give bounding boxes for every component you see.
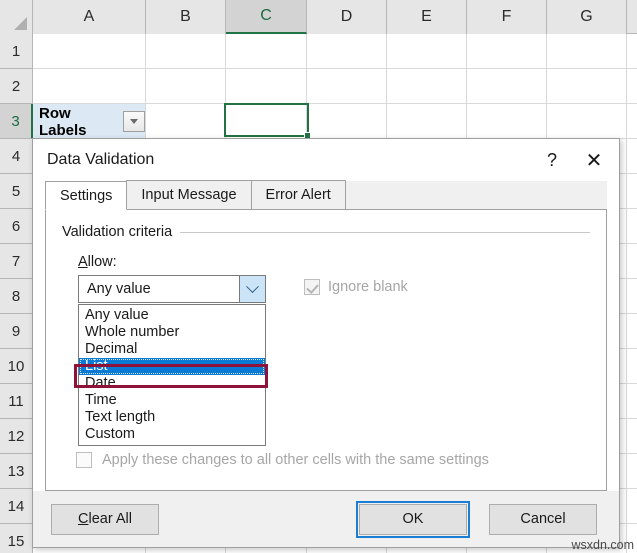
apply-all-checkbox[interactable]: Apply these changes to all other cells w… (76, 452, 489, 468)
allow-dropdown-wrap: Any value Whole number Decimal List Date Time… (74, 304, 268, 446)
grid-cell-B3[interactable] (146, 104, 226, 139)
filter-dropdown-icon[interactable] (123, 111, 145, 132)
active-cell-selection[interactable] (224, 103, 311, 139)
dropdown-option-list[interactable]: List (79, 358, 265, 375)
row-header-8[interactable]: 8 (0, 279, 33, 314)
close-icon[interactable]: ✕ (573, 143, 615, 177)
validation-criteria-group: Validation criteria (62, 224, 590, 240)
allow-dropdown-list[interactable]: Any value Whole number Decimal List Date Time… (78, 304, 266, 446)
grid-cell-G3[interactable] (547, 104, 627, 139)
grid-cell-B2[interactable] (146, 69, 226, 104)
row-header-1[interactable]: 1 (0, 34, 33, 69)
select-all-corner[interactable] (0, 0, 33, 34)
dialog-titlebar[interactable]: Data Validation ? ✕ (33, 139, 619, 181)
row-header-2[interactable]: 2 (0, 69, 33, 104)
excel-window: ABCDEFG 12345678910111213141516 Row Labe… (0, 0, 637, 553)
chevron-down-icon[interactable] (239, 276, 265, 302)
column-header-b[interactable]: B (146, 0, 226, 34)
grid-cell-B1[interactable] (146, 34, 226, 69)
dropdown-option-time[interactable]: Time (79, 392, 265, 409)
tab-settings[interactable]: Settings (45, 181, 128, 210)
grid-cell-D1[interactable] (307, 34, 387, 69)
cancel-button[interactable]: Cancel (489, 503, 597, 535)
grid-row (33, 34, 637, 69)
grid-cell-G2[interactable] (547, 69, 627, 104)
grid-cell-D3[interactable] (307, 104, 387, 139)
checkbox-checked-icon (304, 279, 320, 295)
row-header-15[interactable]: 15 (0, 524, 33, 553)
row-header-9[interactable]: 9 (0, 314, 33, 349)
dialog-tabstrip: Settings Input Message Error Alert (45, 180, 607, 210)
dropdown-option-text-length[interactable]: Text length (79, 409, 265, 426)
group-divider (180, 231, 590, 233)
row-header-4[interactable]: 4 (0, 139, 33, 174)
allow-label: Allow: (78, 254, 117, 270)
pivot-row-labels-cell[interactable]: Row Labels (33, 104, 146, 139)
validation-criteria-label: Validation criteria (62, 224, 173, 240)
data-validation-dialog: Data Validation ? ✕ Settings Input Messag… (32, 138, 620, 548)
grid-cell-F3[interactable] (467, 104, 547, 139)
column-header-d[interactable]: D (307, 0, 387, 34)
row-header-10[interactable]: 10 (0, 349, 33, 384)
checkbox-unchecked-icon (76, 452, 92, 468)
row-header-column: 12345678910111213141516 (0, 34, 33, 553)
dropdown-option-custom[interactable]: Custom (79, 426, 265, 443)
row-header-14[interactable]: 14 (0, 489, 33, 524)
tab-input-message[interactable]: Input Message (126, 180, 252, 209)
apply-all-label: Apply these changes to all other cells w… (102, 452, 489, 468)
ignore-blank-label: Ignore blank (328, 279, 408, 295)
help-icon[interactable]: ? (531, 143, 573, 177)
grid-cell-G1[interactable] (547, 34, 627, 69)
grid-cell-E1[interactable] (387, 34, 467, 69)
column-header-row: ABCDEFG (0, 0, 637, 34)
ok-button[interactable]: OK (356, 500, 470, 538)
ignore-blank-checkbox[interactable]: Ignore blank (304, 279, 408, 295)
dropdown-option-any-value[interactable]: Any value (79, 307, 265, 324)
dialog-title: Data Validation (47, 151, 155, 168)
tab-error-alert[interactable]: Error Alert (250, 180, 346, 209)
row-header-12[interactable]: 12 (0, 419, 33, 454)
dropdown-option-decimal[interactable]: Decimal (79, 341, 265, 358)
settings-tab-panel: Validation criteria Allow: Any value Ign… (45, 210, 607, 491)
grid-cell-E3[interactable] (387, 104, 467, 139)
grid-cell-C2[interactable] (226, 69, 307, 104)
grid-cell-A2[interactable] (33, 69, 146, 104)
clear-all-button[interactable]: Clear All (51, 503, 159, 535)
row-header-13[interactable]: 13 (0, 454, 33, 489)
row-header-3[interactable]: 3 (0, 104, 33, 139)
grid-cell-C1[interactable] (226, 34, 307, 69)
grid-row: Row Labels (33, 104, 637, 139)
dialog-footer: Clear All OK Cancel (33, 491, 619, 547)
grid-row (33, 69, 637, 104)
row-header-7[interactable]: 7 (0, 244, 33, 279)
grid-cell-F2[interactable] (467, 69, 547, 104)
column-header-f[interactable]: F (467, 0, 547, 34)
grid-cell-D2[interactable] (307, 69, 387, 104)
column-header-g[interactable]: G (547, 0, 627, 34)
row-header-11[interactable]: 11 (0, 384, 33, 419)
column-header-a[interactable]: A (33, 0, 146, 34)
grid-cell-F1[interactable] (467, 34, 547, 69)
column-header-c[interactable]: C (226, 0, 307, 34)
column-header-e[interactable]: E (387, 0, 467, 34)
watermark: wsxdn.com (571, 538, 634, 552)
row-header-5[interactable]: 5 (0, 174, 33, 209)
allow-combobox-value: Any value (87, 281, 151, 297)
dropdown-option-date[interactable]: Date (79, 375, 265, 392)
dropdown-option-whole-number[interactable]: Whole number (79, 324, 265, 341)
grid-cell-A1[interactable] (33, 34, 146, 69)
grid-cell-E2[interactable] (387, 69, 467, 104)
allow-row: Any value Ignore blank (78, 275, 590, 303)
pivot-row-labels-text: Row Labels (39, 104, 87, 139)
allow-combobox[interactable]: Any value (78, 275, 266, 303)
row-header-6[interactable]: 6 (0, 209, 33, 244)
